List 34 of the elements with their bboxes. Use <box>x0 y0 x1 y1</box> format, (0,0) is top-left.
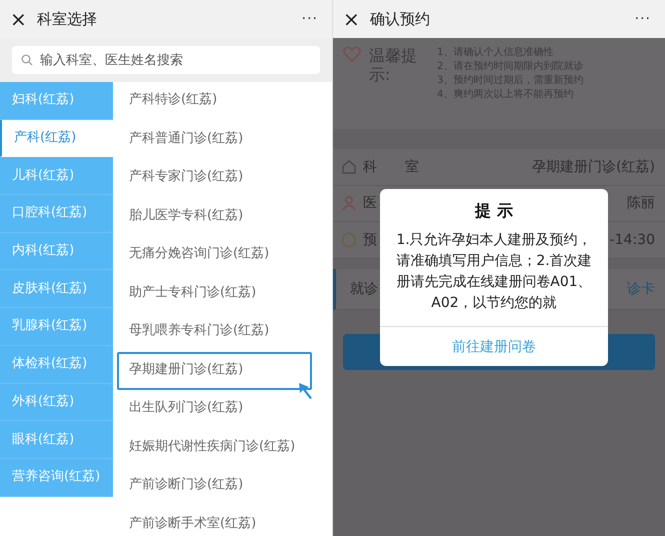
field-label: 科 室 <box>363 158 419 176</box>
clinic-item[interactable]: 产科普通门诊(红荔) <box>117 120 312 159</box>
dialog-message: 1.只允许孕妇本人建册及预约，请准确填写用户信息；2.首次建册请先完成在线建册问卷A01、A02，以节约您的就 <box>396 231 592 313</box>
clinic-item[interactable]: 产科专家门诊(红荔) <box>117 159 312 198</box>
clinic-item[interactable]: 胎儿医学专科(红荔) <box>117 198 312 236</box>
field-label: 医 <box>363 194 377 212</box>
field-value: -14:30 <box>610 232 655 248</box>
field-value: 陈丽 <box>627 194 655 212</box>
department-item[interactable]: 产科(红荔) <box>0 120 113 158</box>
search-field[interactable]: 输入科室、医生姓名搜索 <box>12 46 320 74</box>
clock-icon <box>341 232 357 248</box>
heart-icon <box>343 46 361 62</box>
more-button[interactable]: ··· <box>634 11 651 27</box>
close-button[interactable]: × <box>343 9 360 29</box>
pointer-icon <box>298 382 314 400</box>
page-title: 确认预约 <box>370 10 431 28</box>
building-icon <box>341 158 357 175</box>
clinic-item[interactable]: 妊娠期代谢性疾病门诊(红荔) <box>117 428 312 467</box>
clinic-item[interactable]: 助产士专科门诊(红荔) <box>117 274 312 313</box>
clinic-item[interactable]: 产前诊断门诊(红荔) <box>117 467 312 506</box>
field-label: 预 <box>363 230 377 249</box>
clinic-item[interactable]: 产科特诊(红荔) <box>117 82 312 120</box>
field-label: 就诊 <box>350 280 378 298</box>
clinic-item[interactable]: 产前诊断手术室(红荔) <box>117 506 312 536</box>
field-value: 孕期建册门诊(红荔) <box>532 158 655 176</box>
person-icon <box>341 195 357 212</box>
search-icon <box>21 54 33 66</box>
clinic-item[interactable]: 出生队列门诊(红荔) <box>117 390 312 428</box>
more-button[interactable]: ··· <box>302 11 318 27</box>
clinic-item[interactable]: 无痛分娩咨询门诊(红荔) <box>117 236 312 274</box>
dialog-title: 提 示 <box>475 201 513 222</box>
close-button[interactable]: × <box>10 9 27 29</box>
clinic-item[interactable]: 母乳喂养专科门诊(红荔) <box>117 313 312 352</box>
page-title: 科室选择 <box>36 10 98 28</box>
